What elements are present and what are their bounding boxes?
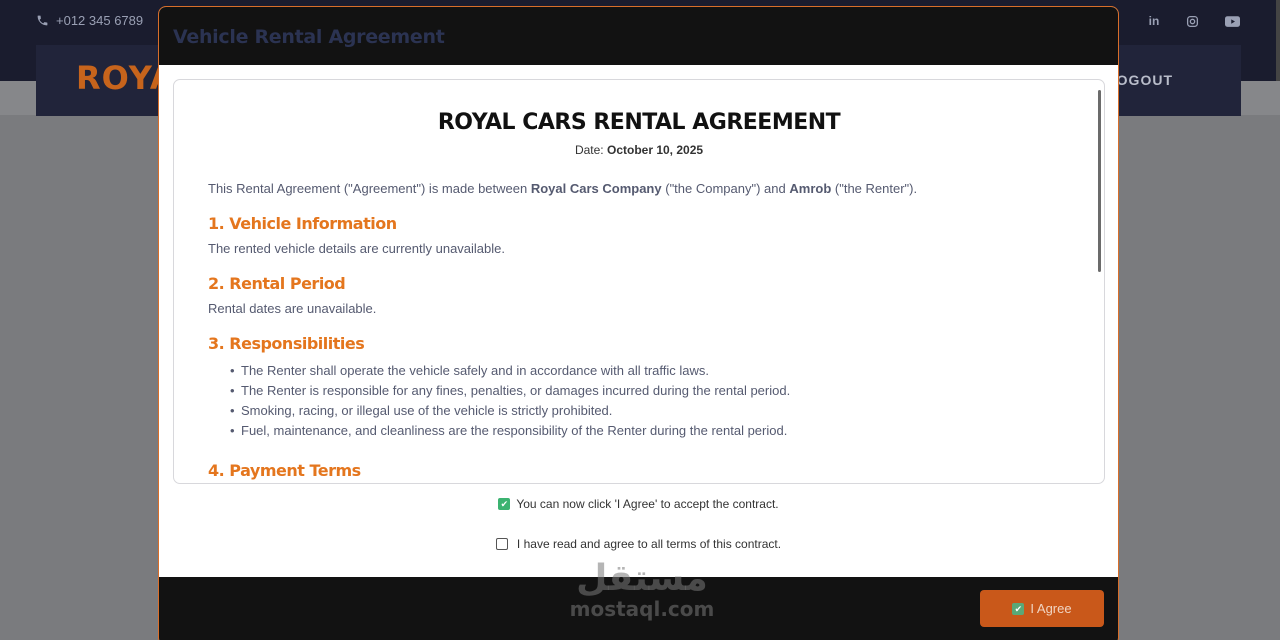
i-agree-label: I Agree xyxy=(1030,601,1072,616)
modal-title: Vehicle Rental Agreement xyxy=(173,26,445,48)
section-heading: 3. Responsibilities xyxy=(208,334,365,353)
section-heading: 4. Payment Terms xyxy=(208,461,361,480)
section-text: Rental dates are unavailable. xyxy=(208,301,377,316)
contract-title: ROYAL CARS RENTAL AGREEMENT xyxy=(437,110,841,135)
accept-notice: ✔ You can now click 'I Agree' to accept … xyxy=(159,497,1118,511)
intro-prefix: This Rental Agreement ("Agreement") is m… xyxy=(208,181,528,196)
intro-suffix: ("the Renter"). xyxy=(834,181,918,196)
rental-agreement-modal: Vehicle Rental Agreement ROYAL CARS RENT… xyxy=(158,6,1119,640)
notice-text: You can now click 'I Agree' to accept th… xyxy=(516,497,779,511)
list-item: Smoking, racing, or illegal use of the v… xyxy=(230,401,1070,421)
check-icon: ✔ xyxy=(498,498,511,510)
contract-date: Date: October 10, 2025 xyxy=(208,143,1070,157)
date-value: October 10, 2025 xyxy=(606,143,704,157)
check-icon: ✔ xyxy=(1012,602,1025,615)
modal-body: ROYAL CARS RENTAL AGREEMENT Date: Octobe… xyxy=(159,65,1118,577)
intro-company: Royal Cars Company xyxy=(530,181,662,196)
responsibilities-list: The Renter shall operate the vehicle saf… xyxy=(208,361,1070,441)
linkedin-icon[interactable]: in xyxy=(1145,12,1163,30)
watermark-arabic: مستقل xyxy=(576,558,708,599)
youtube-icon[interactable] xyxy=(1223,12,1241,30)
list-item: The Renter is responsible for any fines,… xyxy=(230,381,1070,401)
list-item: Fuel, maintenance, and cleanliness are t… xyxy=(230,421,1070,441)
intro-renter: Amrob xyxy=(789,181,832,196)
agree-checkbox-row[interactable]: I have read and agree to all terms of th… xyxy=(159,537,1118,551)
contract-intro: This Rental Agreement ("Agreement") is m… xyxy=(208,181,1070,196)
section-heading: 1. Vehicle Information xyxy=(208,214,397,233)
contract-scroll-box[interactable]: ROYAL CARS RENTAL AGREEMENT Date: Octobe… xyxy=(173,79,1105,484)
intro-mid: ("the Company") and xyxy=(665,181,786,196)
phone-number: +012 345 6789 xyxy=(56,13,144,28)
instagram-icon[interactable] xyxy=(1183,12,1201,30)
agree-checkbox[interactable] xyxy=(495,538,508,550)
contact-phone: +012 345 6789 xyxy=(36,13,143,28)
list-item: The Renter shall operate the vehicle saf… xyxy=(230,361,1070,381)
watermark: مستقل mostaql.com xyxy=(562,558,722,621)
date-label: Date: xyxy=(574,143,604,157)
phone-icon xyxy=(37,15,48,26)
page-scrollbar[interactable] xyxy=(1276,0,1280,81)
agree-checkbox-label[interactable]: I have read and agree to all terms of th… xyxy=(517,537,781,551)
modal-header: Vehicle Rental Agreement xyxy=(159,7,1118,65)
section-text: The rented vehicle details are currently… xyxy=(208,241,506,256)
contract-content: ROYAL CARS RENTAL AGREEMENT Date: Octobe… xyxy=(174,80,1104,483)
i-agree-button[interactable]: ✔ I Agree xyxy=(980,590,1104,627)
section-heading: 2. Rental Period xyxy=(208,274,346,293)
watermark-latin: mostaql.com xyxy=(569,597,715,621)
